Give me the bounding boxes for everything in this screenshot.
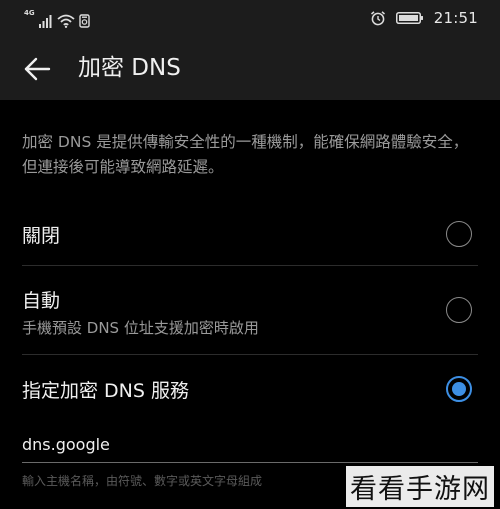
battery-icon [395, 12, 423, 24]
input-helper-text: 輸入主機名稱，由符號、數字或英文字母組成 [22, 474, 263, 488]
option-auto-label: 自動 [22, 290, 61, 312]
clock: 21:51 [433, 9, 478, 27]
option-auto[interactable]: 自動 手機預設 DNS 位址支援加密時啟用 [0, 266, 500, 354]
status-icons-right: 21:51 [370, 8, 478, 28]
app-bar: 加密 DNS [0, 36, 500, 100]
option-off-label: 關閉 [22, 225, 61, 247]
status-bar: 4G 21:51 [0, 0, 500, 36]
description-text: 加密 DNS 是提供傳輸安全性的一種機制，能確保網路體驗安全，但連接後可能導致網… [22, 133, 469, 176]
status-icons-left: 4G [24, 8, 90, 28]
option-auto-subtitle: 手機預設 DNS 位址支援加密時啟用 [22, 319, 259, 337]
option-specify[interactable]: 指定加密 DNS 服務 [0, 355, 500, 421]
input-underline [22, 462, 478, 463]
back-arrow-icon[interactable] [22, 54, 52, 84]
watermark-logo: 看看手游网 [346, 466, 494, 507]
page-title: 加密 DNS [78, 55, 181, 81]
screen: 4G 21:51 加密 DNS 加密 DNS 是提供傳輸安全性的一種機制，能確保… [0, 0, 500, 509]
option-off[interactable]: 關閉 [0, 205, 500, 263]
option-auto-radio[interactable] [446, 297, 472, 323]
network-type-label: 4G [24, 9, 35, 17]
signal-icon [38, 15, 52, 28]
dns-hostname-input[interactable] [22, 430, 478, 458]
notification-box-icon [78, 14, 90, 28]
option-off-radio[interactable] [446, 221, 472, 247]
wifi-icon [57, 14, 75, 28]
option-specify-radio[interactable] [446, 376, 472, 402]
alarm-icon [370, 11, 385, 26]
option-specify-label: 指定加密 DNS 服務 [22, 380, 189, 402]
